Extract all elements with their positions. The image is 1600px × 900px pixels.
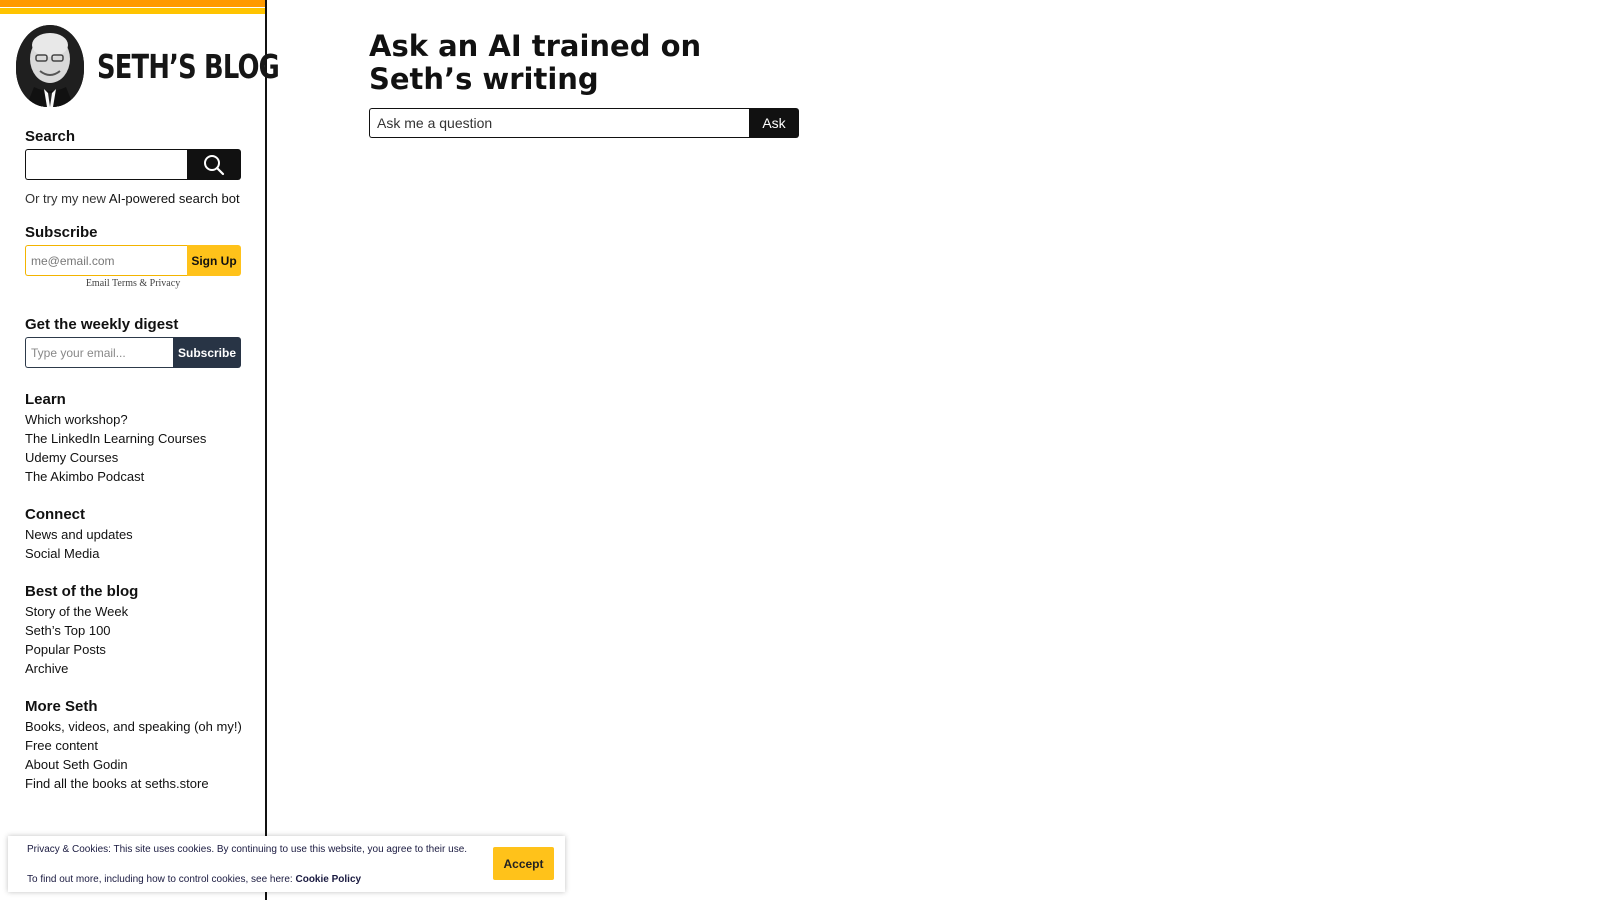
sidebar: SETH’S BLOG Search Or try my new AI-powe… (0, 0, 280, 900)
search-section: Search Or try my new AI-powered search b… (25, 128, 241, 206)
learn-section: Learn Which workshop? The LinkedIn Learn… (25, 391, 241, 486)
connect-link[interactable]: News and updates (25, 525, 241, 544)
cookie-policy-link[interactable]: Cookie Policy (295, 874, 361, 885)
more-heading: More Seth (25, 698, 98, 715)
question-input[interactable] (369, 108, 749, 138)
search-heading: Search (25, 128, 76, 145)
cookie-banner: Privacy & Cookies: This site uses cookie… (8, 836, 565, 892)
learn-link[interactable]: The Akimbo Podcast (25, 467, 241, 486)
best-link[interactable]: Seth’s Top 100 (25, 621, 241, 640)
cookie-notice-text: Privacy & Cookies: This site uses cookie… (27, 844, 468, 855)
connect-link[interactable]: Social Media (25, 544, 241, 563)
ai-search-note: Or try my new AI-powered search bot (25, 191, 241, 206)
connect-section: Connect News and updates Social Media (25, 506, 241, 563)
more-section: More Seth Books, videos, and speaking (o… (25, 698, 242, 793)
more-link[interactable]: Free content (25, 736, 241, 755)
more-link[interactable]: About Seth Godin (25, 755, 241, 774)
page-title: Ask an AI trained on Seth’s writing (369, 29, 702, 96)
more-link[interactable]: Books, videos, and speaking (oh my!) (25, 717, 242, 736)
best-heading: Best of the blog (25, 583, 139, 600)
learn-heading: Learn (25, 391, 66, 408)
avatar (16, 25, 84, 107)
blog-title: SETH’S BLOG (97, 46, 280, 86)
best-link[interactable]: Archive (25, 659, 241, 678)
cookie-more-text: To find out more, including how to contr… (27, 874, 293, 885)
subscribe-heading: Subscribe (25, 224, 98, 241)
digest-subscribe-button[interactable]: Subscribe (173, 337, 241, 368)
ai-search-prefix: Or try my new (25, 191, 106, 206)
best-section: Best of the blog Story of the Week Seth’… (25, 583, 241, 678)
learn-link[interactable]: Udemy Courses (25, 448, 241, 467)
best-link[interactable]: Story of the Week (25, 602, 241, 621)
sign-up-button[interactable]: Sign Up (187, 245, 241, 276)
learn-link[interactable]: The LinkedIn Learning Courses (25, 429, 241, 448)
accept-cookies-button[interactable]: Accept (493, 847, 554, 880)
ask-button[interactable]: Ask (749, 108, 799, 138)
top-stripe (0, 0, 265, 14)
digest-heading: Get the weekly digest (25, 316, 179, 333)
digest-email-field[interactable] (25, 337, 173, 368)
ask-form: Ask (369, 108, 799, 138)
digest-section: Get the weekly digest Subscribe (25, 316, 241, 368)
best-link[interactable]: Popular Posts (25, 640, 241, 659)
more-link[interactable]: Find all the books at seths.store (25, 774, 241, 793)
ai-search-link[interactable]: AI-powered search bot (109, 191, 240, 206)
email-terms-link[interactable]: Email Terms & Privacy (25, 278, 241, 289)
learn-link[interactable]: Which workshop? (25, 410, 241, 429)
brand[interactable]: SETH’S BLOG (16, 25, 330, 107)
subscribe-email-field[interactable] (25, 245, 187, 276)
subscribe-section: Subscribe Sign Up Email Terms & Privacy (25, 224, 241, 289)
cookie-more-info: To find out more, including how to contr… (27, 874, 361, 885)
search-button[interactable] (187, 149, 241, 180)
connect-heading: Connect (25, 506, 85, 523)
search-icon (204, 154, 225, 175)
search-input[interactable] (25, 149, 187, 180)
